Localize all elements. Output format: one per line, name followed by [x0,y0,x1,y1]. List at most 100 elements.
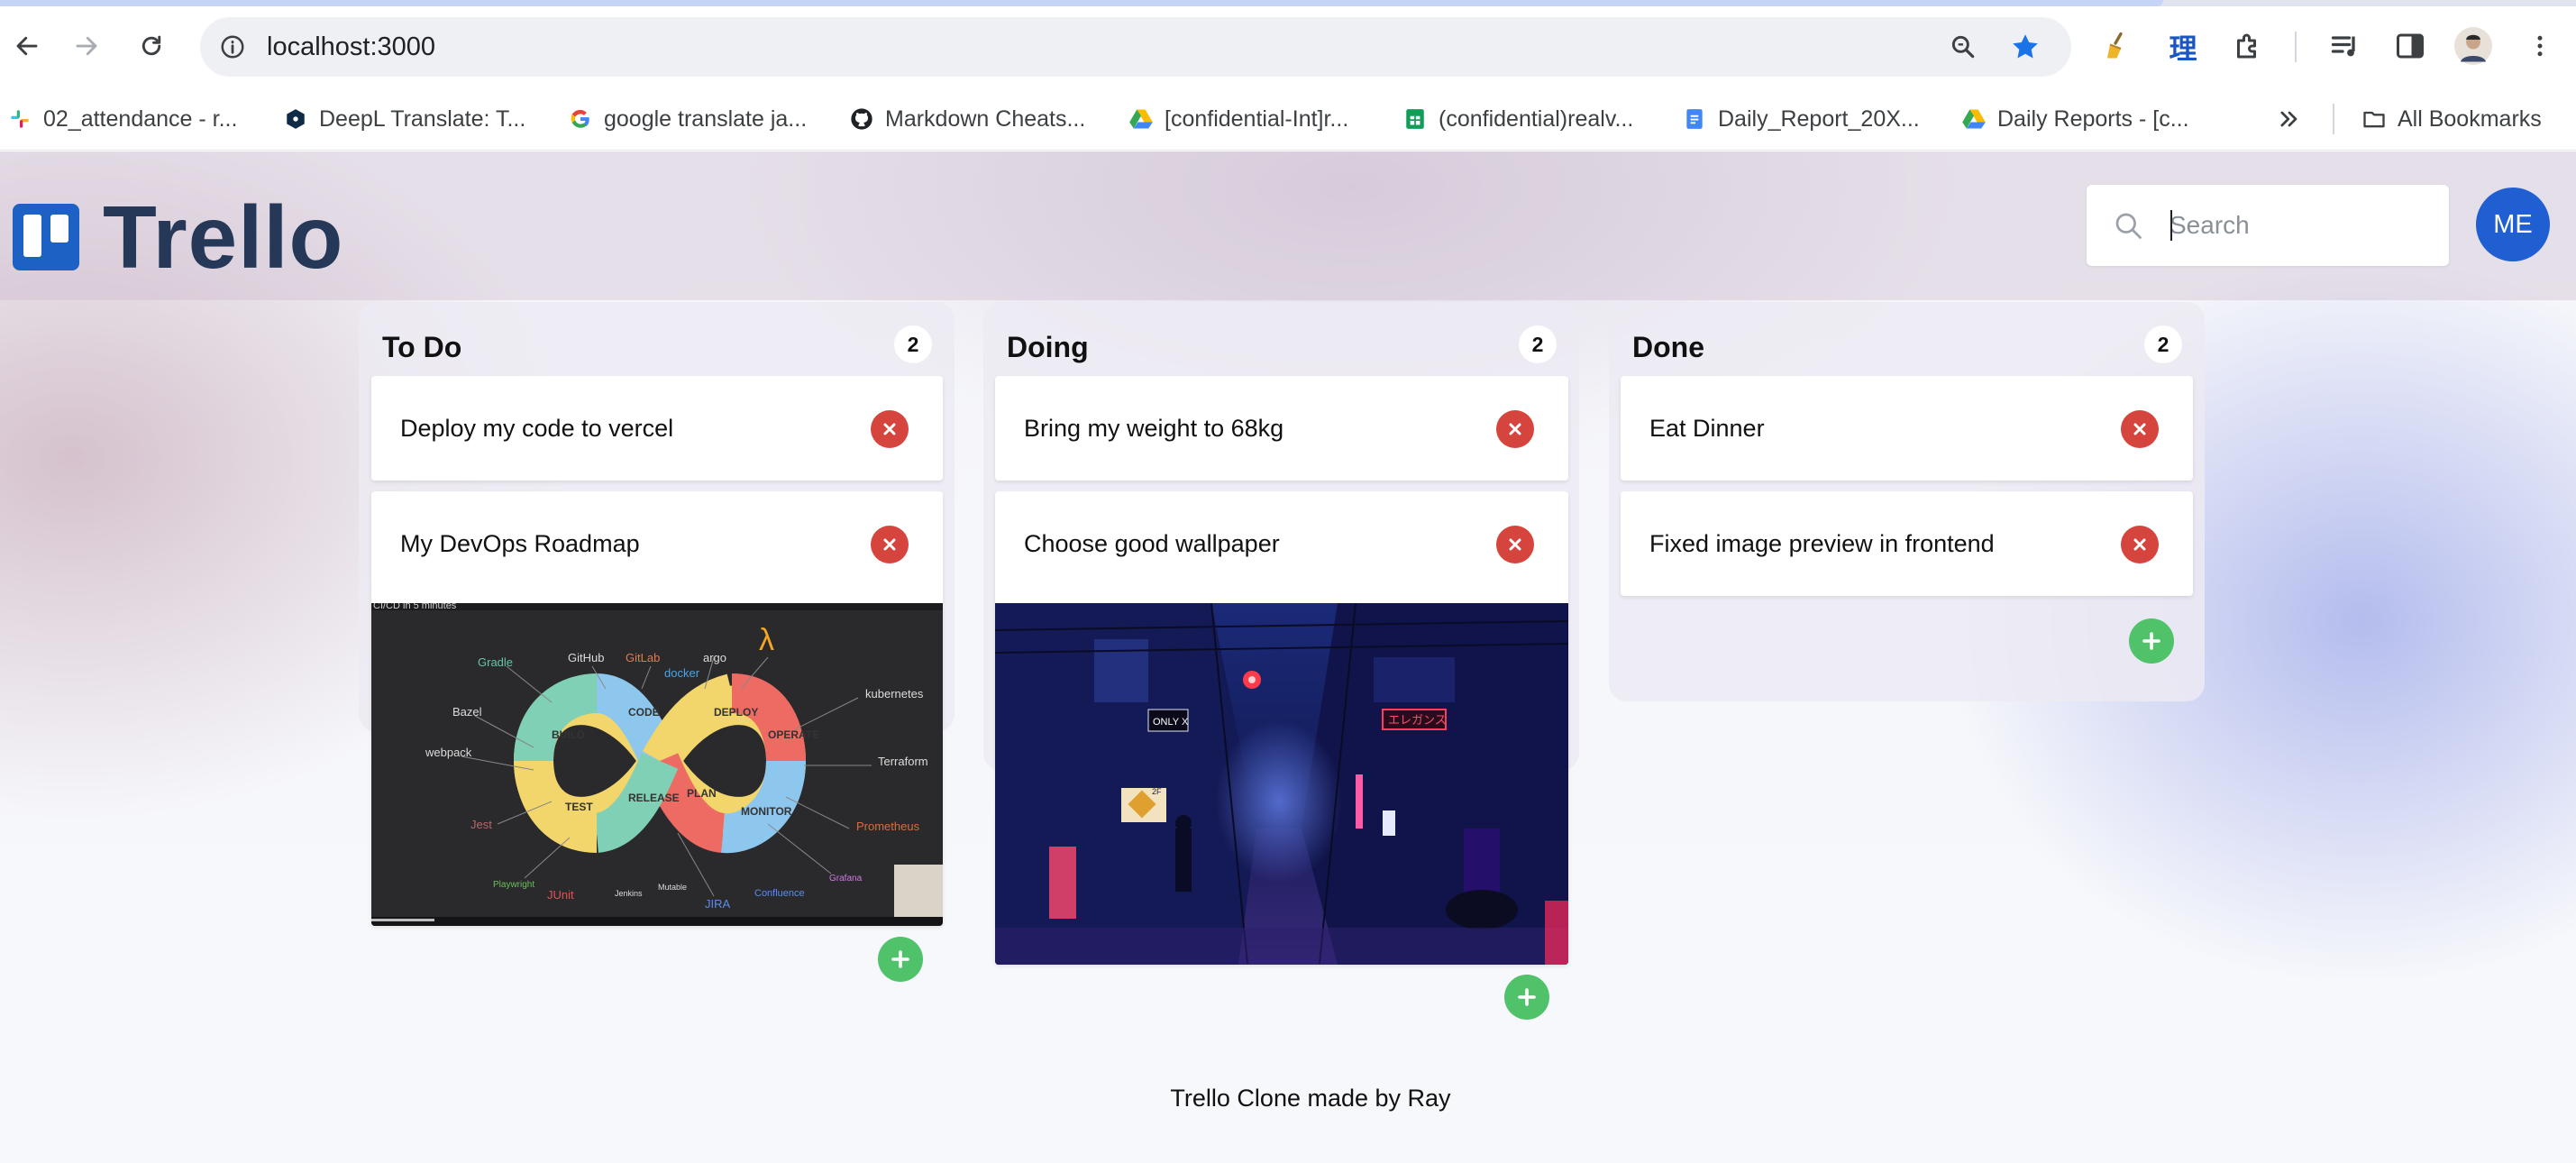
card-count-badge: 2 [894,325,932,363]
browser-toolbar: localhost:3000 理 [0,6,2576,87]
site-info-icon[interactable] [215,29,251,65]
forward-arrow-icon [76,36,97,56]
bookmark-item[interactable]: Markdown Cheats... [849,87,1085,151]
card-title: Bring my weight to 68kg [1024,415,1284,442]
side-panel-icon[interactable] [2385,21,2435,71]
bookmark-item[interactable]: DeepL Translate: T... [283,87,525,151]
svg-text:JIRA: JIRA [705,897,731,911]
add-card-button[interactable] [1504,975,1549,1020]
bookmarks-bar: 02_attendance - r... DeepL Translate: T.… [0,87,2576,151]
svg-text:MONITOR: MONITOR [741,805,792,818]
card[interactable]: Eat Dinner [1621,376,2193,481]
folder-icon [2361,106,2387,132]
svg-text:PLAN: PLAN [687,787,717,800]
kanji-extension-label: 理 [2169,32,2197,66]
user-avatar[interactable]: ME [2476,188,2550,261]
svg-text:Bazel: Bazel [452,705,482,719]
search-input[interactable] [2170,203,2431,248]
svg-text:Jest: Jest [470,818,492,831]
google-sheets-icon [1402,106,1428,132]
column-title: Done [1632,331,1704,363]
card[interactable]: Bring my weight to 68kg [995,376,1568,481]
svg-text:2F: 2F [1152,787,1162,796]
add-card-button[interactable] [2129,618,2174,664]
devops-roadmap-image: CI/CD in 5 minutes BUILD CODE DEPLOY OPE… [371,603,943,926]
search-icon [2115,213,2142,239]
card-count-badge: 2 [1519,325,1557,363]
bookmarks-divider [2333,104,2334,134]
plus-icon [1518,988,1536,1006]
back-arrow-icon [16,36,38,56]
delete-card-button[interactable] [871,410,909,448]
browser-menu-icon[interactable] [2515,21,2565,71]
close-icon [2133,538,2146,551]
column-done: Done 2 Eat Dinner Fixed image preview in… [1609,302,2205,701]
forward-button[interactable] [59,19,114,73]
video-caption: CI/CD in 5 minutes [373,603,457,611]
plus-icon [2142,632,2160,650]
delete-card-button[interactable] [1496,526,1534,563]
svg-text:Confluence: Confluence [754,888,805,899]
bookmark-item[interactable]: [confidential-Int]r... [1128,87,1348,151]
bookmark-label: [confidential-Int]r... [1165,105,1349,132]
delete-card-button[interactable] [1496,410,1534,448]
card-with-image[interactable]: Choose good wallpaper ONLY X エレガンス 2F [995,491,1568,965]
svg-text:Playwright: Playwright [493,880,534,890]
bookmark-item[interactable]: 02_attendance - r... [7,87,237,151]
deepl-icon [283,106,308,132]
svg-text:Grafana: Grafana [829,874,863,884]
double-chevron-right-icon [2280,111,2297,127]
close-icon [1509,538,1521,551]
back-button[interactable] [0,19,54,73]
card[interactable]: Deploy my code to vercel [371,376,943,481]
delete-card-button[interactable] [2121,410,2159,448]
all-bookmarks-button[interactable]: All Bookmarks [2361,87,2542,151]
url-text[interactable]: localhost:3000 [267,17,435,77]
bookmark-item[interactable]: Daily Reports - [c... [1961,87,2189,151]
bookmark-label: DeepL Translate: T... [319,105,526,132]
delete-card-button[interactable] [2121,526,2159,563]
zoom-icon[interactable] [1945,29,1981,65]
address-bar[interactable]: localhost:3000 [200,17,2071,77]
add-card-button[interactable] [878,937,923,982]
more-bookmarks-button[interactable] [2277,87,2302,151]
svg-text:JUnit: JUnit [547,888,574,902]
text-caret [2170,210,2172,241]
close-icon [1509,423,1521,435]
bookmark-label: 02_attendance - r... [43,105,238,132]
card-with-image[interactable]: My DevOps Roadmap CI/CD in 5 minutes BUI… [371,491,943,926]
github-icon [849,106,874,132]
card[interactable]: Fixed image preview in frontend [1621,491,2193,596]
svg-text:kubernetes: kubernetes [865,687,924,701]
wallpaper-image: ONLY X エレガンス 2F [995,603,1568,965]
extensions-puzzle-icon[interactable] [2223,21,2273,71]
broom-extension-icon[interactable] [2093,21,2143,71]
kanji-extension-icon[interactable]: 理 [2158,21,2208,71]
media-queue-icon[interactable] [2320,21,2370,71]
active-tab[interactable] [0,0,2163,6]
search-box[interactable] [2087,185,2449,266]
plus-icon [891,950,909,968]
bookmark-label: (confidential)realv... [1439,105,1634,132]
svg-text:エレガンス: エレガンス [1388,714,1447,728]
logo-text: Trello [103,188,344,287]
profile-avatar-icon[interactable] [2448,21,2498,71]
trello-logo[interactable]: Trello [13,193,343,281]
bookmark-label: Daily Reports - [c... [1997,105,2189,132]
bookmark-item[interactable]: (confidential)realv... [1402,87,1633,151]
delete-card-button[interactable] [871,526,909,563]
trello-board-icon [13,204,79,270]
close-icon [2133,423,2146,435]
svg-text:Mutable: Mutable [658,883,687,892]
svg-text:RELEASE: RELEASE [628,792,680,804]
footer-credit: Trello Clone made by Ray [1170,1085,1451,1112]
svg-text:OPERATE: OPERATE [768,728,819,741]
reload-button[interactable] [124,19,178,73]
column-doing: Doing 2 Bring my weight to 68kg Choose g… [983,302,1579,1020]
bookmark-star-icon[interactable] [2006,28,2044,66]
svg-text:λ: λ [759,623,774,657]
bookmark-item[interactable]: Daily_Report_20X... [1682,87,1920,151]
all-bookmarks-label: All Bookmarks [2398,105,2542,132]
bookmark-item[interactable]: google translate ja... [568,87,807,151]
close-icon [883,423,896,435]
